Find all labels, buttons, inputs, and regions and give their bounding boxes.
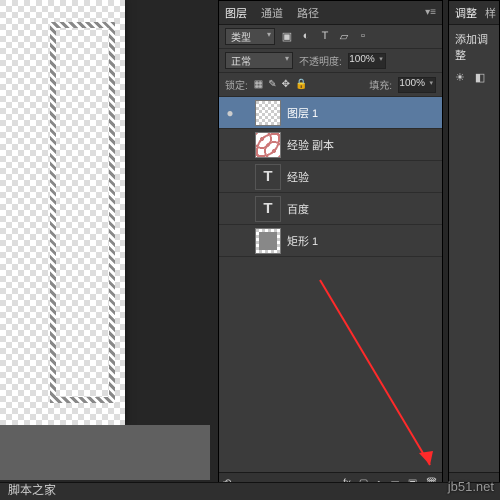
panel-tabs: 图层 通道 路径 ▾≡ — [219, 1, 442, 25]
brightness-icon[interactable]: ☀ — [455, 71, 465, 84]
layer-name[interactable]: 经验 — [287, 169, 309, 185]
filter-pixel-icon[interactable]: ▣ — [281, 30, 293, 43]
filter-shape-icon[interactable]: ▱ — [338, 30, 350, 43]
fill-label: 填充: — [369, 77, 392, 92]
blend-mode-select[interactable]: 正常 — [225, 52, 293, 69]
layer-row[interactable]: T 百度 — [219, 193, 442, 225]
filter-type-icons: ▣ ◐ T ▱ ▫ — [281, 30, 369, 43]
layer-thumbnail[interactable] — [255, 228, 281, 254]
type-layer-icon[interactable]: T — [255, 196, 281, 222]
filter-smart-icon[interactable]: ▫ — [357, 30, 369, 43]
layer-name[interactable]: 矩形 1 — [287, 233, 318, 249]
layer-thumbnail[interactable] — [255, 100, 281, 126]
lock-row: 锁定: ▦ ✎ ✥ 🔒 填充: 100% — [219, 73, 442, 97]
tab-layers[interactable]: 图层 — [225, 5, 247, 21]
blend-row: 正常 不透明度: 100% — [219, 49, 442, 73]
brand-watermark: 脚本之家 — [8, 481, 56, 498]
adjustment-preset-icons: ☀ ◧ — [455, 71, 493, 84]
artwork-border — [50, 22, 115, 403]
layer-row[interactable]: 经验 副本 — [219, 129, 442, 161]
tab-paths[interactable]: 路径 — [297, 5, 319, 21]
adjustments-panel: 调整 样 添加调整 ☀ ◧ — [448, 0, 500, 495]
lock-position-icon[interactable]: ✥ — [282, 79, 290, 90]
tab-styles-partial[interactable]: 样 — [485, 5, 496, 21]
lock-icons: ▦ ✎ ✥ 🔒 — [254, 79, 308, 90]
filter-adjustment-icon[interactable]: ◐ — [300, 30, 312, 43]
add-adjustment-label: 添加调整 — [455, 31, 493, 63]
filter-kind-select[interactable]: 类型 — [225, 28, 275, 45]
canvas-pasteboard — [0, 425, 210, 480]
opacity-input[interactable]: 100% — [348, 53, 386, 69]
visibility-toggle[interactable]: ● — [219, 106, 241, 120]
lock-brush-icon[interactable]: ✎ — [268, 79, 276, 90]
layer-name[interactable]: 图层 1 — [287, 105, 318, 121]
opacity-label: 不透明度: — [299, 53, 342, 68]
layer-thumbnail[interactable] — [255, 132, 281, 158]
layer-name[interactable]: 百度 — [287, 201, 309, 217]
adjustments-tabs: 调整 样 — [449, 1, 499, 25]
type-layer-icon[interactable]: T — [255, 164, 281, 190]
contrast-icon[interactable]: ◧ — [475, 71, 485, 84]
lock-transparency-icon[interactable]: ▦ — [254, 79, 263, 90]
layer-filter-row: 类型 ▣ ◐ T ▱ ▫ — [219, 25, 442, 49]
adjustments-body: 添加调整 ☀ ◧ — [449, 25, 499, 90]
fill-input[interactable]: 100% — [398, 77, 436, 93]
app-footer-bar — [0, 482, 500, 500]
layer-list: ● 图层 1 经验 副本 T 经验 T 百度 矩形 1 — [219, 97, 442, 257]
document-artboard[interactable] — [0, 0, 125, 425]
tab-adjustments[interactable]: 调整 — [455, 5, 477, 21]
layers-panel: 图层 通道 路径 ▾≡ 类型 ▣ ◐ T ▱ ▫ 正常 不透明度: 100% 锁… — [218, 0, 443, 495]
lock-all-icon[interactable]: 🔒 — [295, 79, 307, 90]
layer-row[interactable]: ● 图层 1 — [219, 97, 442, 129]
layer-row[interactable]: 矩形 1 — [219, 225, 442, 257]
tab-channels[interactable]: 通道 — [261, 5, 283, 21]
layer-name[interactable]: 经验 副本 — [287, 137, 334, 153]
panel-menu-icon[interactable]: ▾≡ — [425, 7, 436, 18]
canvas-area — [0, 0, 210, 480]
lock-label: 锁定: — [225, 77, 248, 92]
layer-row[interactable]: T 经验 — [219, 161, 442, 193]
site-watermark: jb51.net — [448, 479, 494, 494]
filter-type-icon[interactable]: T — [319, 30, 331, 43]
